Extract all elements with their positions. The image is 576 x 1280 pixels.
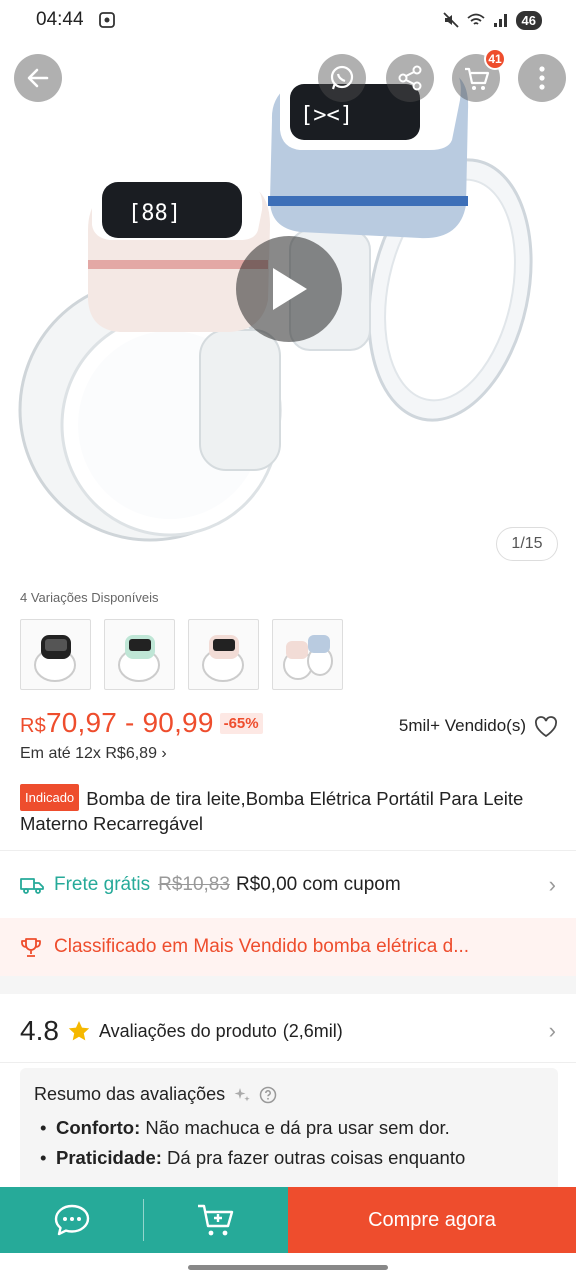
chevron-right-icon: › <box>548 1018 556 1043</box>
status-bar: 04:44 46 <box>0 0 576 40</box>
product-page: [><] [88] 41 1/15 04:44 46 4 Variações D… <box>0 0 576 1280</box>
recommended-tag: Indicado <box>20 784 80 811</box>
divider <box>0 1062 576 1063</box>
variation-thumbnails <box>20 619 343 690</box>
rating-score: 4.8 <box>20 1015 59 1046</box>
favorite-button[interactable] <box>534 716 558 738</box>
variations-label: 4 Variações Disponíveis <box>20 590 159 605</box>
signal-icon <box>493 14 507 27</box>
add-to-cart-icon <box>197 1204 233 1236</box>
help-icon[interactable] <box>259 1086 277 1104</box>
trophy-icon <box>21 938 41 957</box>
summary-item: Praticidade: Dá pra fazer outras coisas … <box>34 1147 544 1169</box>
star-icon <box>68 1021 90 1041</box>
installment-info[interactable]: Em até 12x R$6,89 › <box>20 745 167 763</box>
product-rating-row[interactable]: 4.8 Avaliações do produto (2,6mil) › <box>0 1000 576 1062</box>
discount-badge: -65% <box>219 712 263 734</box>
chevron-right-icon: › <box>548 872 556 897</box>
play-icon <box>273 268 307 310</box>
sold-count: 5mil+ Vendido(s) <box>398 716 526 735</box>
summary-item-text: Não machuca e dá pra usar sem dor. <box>140 1117 450 1138</box>
free-shipping-label: Frete grátis <box>54 874 151 895</box>
whatsapp-share-button[interactable] <box>318 54 366 102</box>
product-image-gallery[interactable]: [><] [88] 41 1/15 <box>0 0 576 580</box>
price-range: R$70,97 - 90,99 <box>20 707 214 739</box>
ranking-banner[interactable]: Classificado em Mais Vendido bomba elétr… <box>0 918 576 976</box>
summary-item-key: Conforto: <box>56 1117 141 1138</box>
truck-icon <box>20 878 44 894</box>
system-nav-bar <box>0 1253 576 1280</box>
variation-thumb-green[interactable] <box>104 619 175 690</box>
mute-icon <box>442 12 459 28</box>
review-summary: Resumo das avaliações Conforto: Não mach… <box>20 1068 558 1198</box>
screenshot-icon <box>98 12 115 28</box>
play-video-button[interactable] <box>236 236 342 342</box>
currency-symbol: R$ <box>20 715 46 737</box>
more-vertical-icon <box>539 66 545 90</box>
add-to-cart-button[interactable] <box>144 1187 287 1253</box>
back-button[interactable] <box>14 54 62 102</box>
variation-image <box>201 634 244 682</box>
clock: 04:44 <box>36 9 84 30</box>
rating-count: (2,6mil) <box>282 1020 343 1041</box>
variation-thumb-pink[interactable] <box>188 619 259 690</box>
shipping-row[interactable]: Frete grátis R$10,83 R$0,00 com cupom › <box>0 860 576 910</box>
product-title: Indicado Bomba de tira leite,Bomba Elétr… <box>20 784 560 836</box>
variation-image <box>117 634 160 682</box>
shipping-old-price: R$10,83 <box>158 874 230 895</box>
whatsapp-icon <box>330 65 354 90</box>
product-title-text: Bomba de tira leite,Bomba Elétrica Portá… <box>20 788 524 834</box>
chat-icon <box>54 1204 89 1236</box>
ranking-text: Classificado em Mais Vendido bomba elétr… <box>54 936 470 957</box>
summary-title: Resumo das avaliações <box>34 1084 226 1104</box>
image-counter: 1/15 <box>496 527 558 561</box>
summary-item-key: Praticidade: <box>56 1147 162 1168</box>
battery-indicator: 46 <box>515 10 542 30</box>
summary-item-text: Dá pra fazer outras coisas enquanto <box>161 1147 466 1168</box>
divider <box>0 850 576 851</box>
share-icon <box>398 65 422 91</box>
arrow-left-icon <box>27 68 49 88</box>
svg-text:[88]: [88] <box>128 201 181 226</box>
shipping-new-price: R$0,00 com cupom <box>235 874 401 895</box>
more-options-button[interactable] <box>518 54 566 102</box>
svg-text:[><]: [><] <box>300 103 353 128</box>
chat-button[interactable] <box>0 1187 143 1253</box>
variation-thumb-pink-blue[interactable] <box>272 619 343 690</box>
price-value: 70,97 - 90,99 <box>45 707 214 738</box>
variation-image <box>282 634 333 680</box>
wifi-icon <box>466 13 485 25</box>
variation-thumb-black[interactable] <box>20 619 91 690</box>
cart-count-badge: 41 <box>484 48 506 70</box>
sparkle-icon <box>234 1087 250 1101</box>
buy-now-button[interactable]: Compre agora <box>288 1187 576 1253</box>
cart-button[interactable]: 41 <box>452 48 506 102</box>
cart-icon <box>465 67 490 90</box>
home-gesture-pill[interactable] <box>188 1265 388 1270</box>
section-gap <box>0 976 576 994</box>
summary-title-row: Resumo das avaliações <box>34 1084 544 1105</box>
summary-item: Conforto: Não machuca e dá pra usar sem … <box>34 1117 544 1139</box>
secondary-actions <box>0 1187 288 1253</box>
variation-image <box>33 634 76 682</box>
bottom-action-bar: Compre agora <box>0 1187 576 1253</box>
share-button[interactable] <box>386 54 434 102</box>
heart-icon <box>535 716 557 738</box>
rating-label: Avaliações do produto <box>98 1020 277 1041</box>
